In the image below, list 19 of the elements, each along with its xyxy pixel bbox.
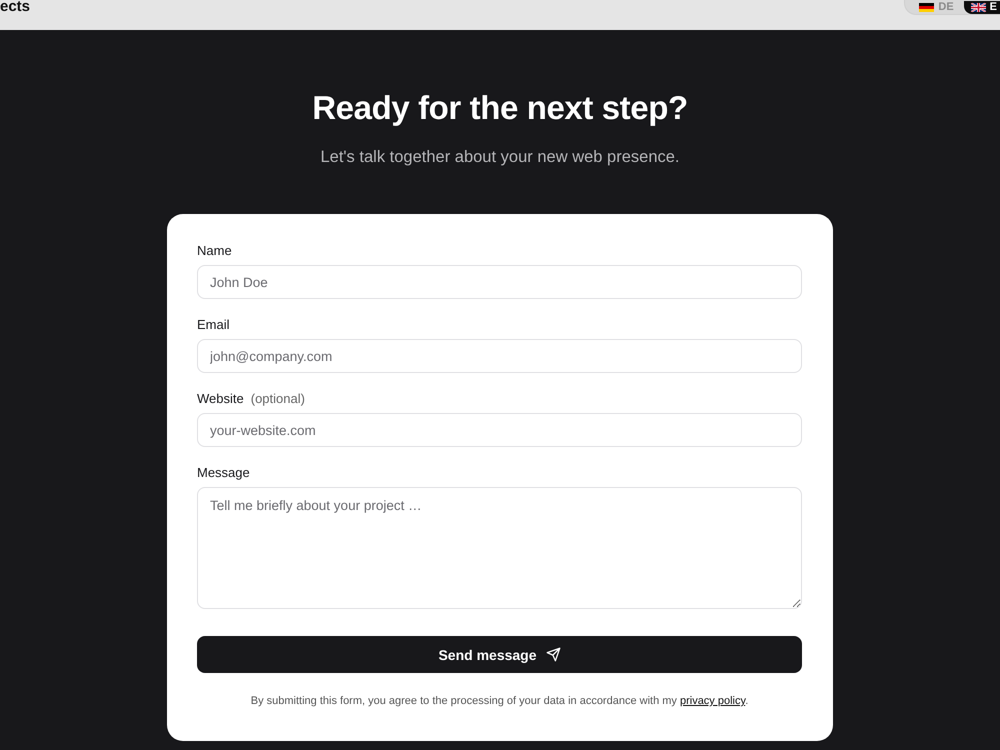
consent-text: By submitting this form, you agree to the processing of your data in accordance with my privacy policy. [250, 694, 750, 709]
input-field[interactable]: John Doe [197, 265, 802, 299]
input-field[interactable]: john@company.com [197, 339, 802, 373]
privacy-policy-link[interactable]: privacy policy [680, 695, 746, 707]
send-icon [546, 647, 561, 662]
input-field[interactable]: your-website.com [197, 413, 802, 447]
field-label: Email [197, 316, 230, 334]
flag-icon [919, 2, 934, 12]
language-option[interactable]: E [964, 0, 1000, 14]
message-field[interactable]: Tell me briefly about your project … [197, 487, 802, 609]
field-label: Website [197, 390, 244, 408]
flag-icon [970, 2, 986, 12]
page-title: Ready for the next step? [312, 88, 688, 128]
page-subtitle: Let's talk together about your new web presence. [320, 147, 680, 168]
nav-link[interactable]: ects [0, 0, 30, 13]
optional-note: (optional) [250, 390, 305, 408]
send-message-button[interactable]: Send message [197, 636, 802, 673]
field-label: Name [197, 242, 232, 260]
field-label: Message [197, 464, 250, 482]
